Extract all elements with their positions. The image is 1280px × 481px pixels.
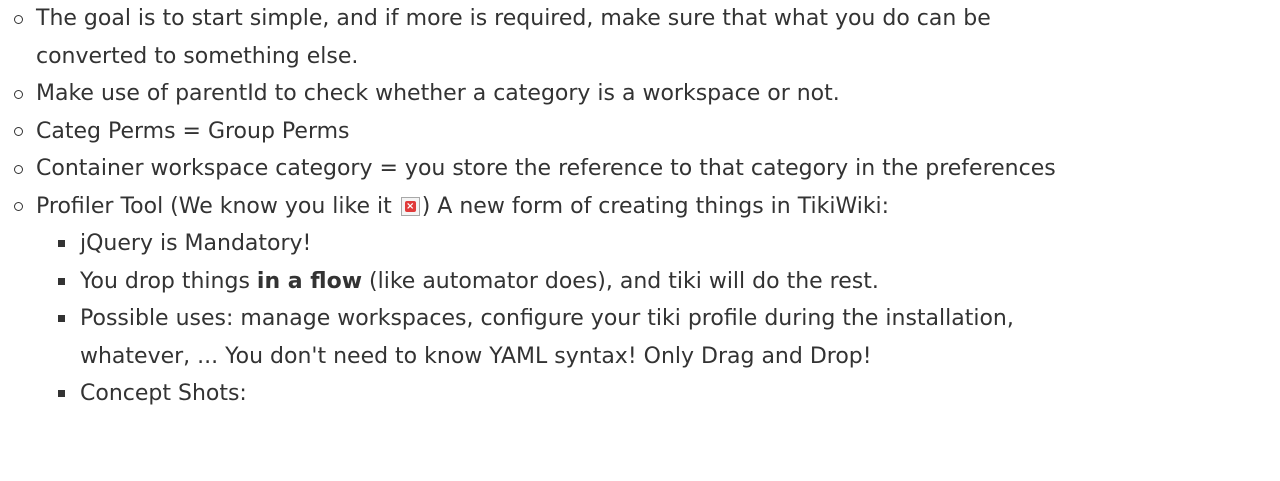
bullet-list: The goal is to start simple, and if more… (0, 0, 1280, 413)
list-item: Categ Perms = Group Perms (0, 113, 1280, 151)
list-item-text: Profiler Tool (We know you like it (36, 193, 399, 219)
list-item: Profiler Tool (We know you like it ×) A … (0, 188, 1280, 413)
sub-list-item-text: Concept Shots: (80, 381, 247, 406)
sub-list-item-text: jQuery is Mandatory! (80, 231, 312, 256)
sub-list-item-text: Possible uses: manage workspaces, config… (80, 306, 1014, 331)
list-item-text: The goal is to start simple, and if more… (36, 6, 991, 31)
list-item: Container workspace category = you store… (0, 150, 1280, 188)
list-item-text: ) A new form of creating things in TikiW… (421, 193, 890, 219)
sub-list-item: Concept Shots: (58, 375, 1280, 413)
list-item-text: Categ Perms = Group Perms (36, 118, 350, 144)
document-body: The goal is to start simple, and if more… (0, 0, 1280, 481)
list-item: The goal is to start simple, and if more… (0, 0, 1280, 75)
list-item-text: converted to something else. (36, 43, 359, 69)
list-item: Make use of parentId to check whether a … (0, 75, 1280, 113)
sub-list-item: Possible uses: manage workspaces, config… (58, 300, 1280, 375)
sub-list-item-text: You drop things (80, 268, 257, 294)
sub-list-item-text: whatever, ... You don't need to know YAM… (80, 343, 872, 369)
sub-bullet-list: jQuery is Mandatory! You drop things in … (58, 225, 1280, 413)
sub-list-item-text: (like automator does), and tiki will do … (362, 268, 879, 294)
sub-list-item: You drop things in a flow (like automato… (58, 263, 1280, 301)
list-item-text: Make use of parentId to check whether a … (36, 81, 840, 106)
sub-list-item: jQuery is Mandatory! (58, 225, 1280, 263)
bold-emphasis: in a flow (256, 268, 363, 294)
list-item-text: Container workspace category = you store… (36, 156, 1056, 181)
broken-image-icon: × (400, 196, 420, 216)
